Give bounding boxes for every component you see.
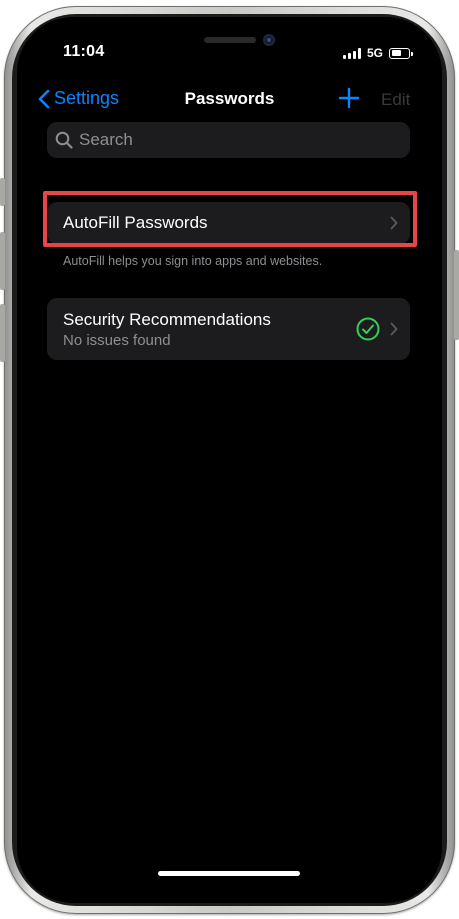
security-recommendations-row[interactable]: Security Recommendations No issues found — [47, 298, 410, 360]
plus-icon — [338, 87, 360, 109]
front-camera — [263, 34, 275, 46]
silent-switch — [0, 178, 5, 206]
edit-button[interactable]: Edit — [381, 90, 410, 110]
battery-level — [391, 50, 401, 56]
highlight-box — [43, 191, 417, 247]
security-status: No issues found — [63, 332, 171, 349]
search-icon — [55, 131, 73, 149]
status-indicators: 5G — [342, 46, 413, 60]
volume-down-button — [0, 304, 5, 362]
autofill-footer: AutoFill helps you sign into apps and we… — [63, 254, 323, 268]
network-type: 5G — [366, 46, 383, 60]
volume-up-button — [0, 232, 5, 290]
power-button — [454, 250, 459, 340]
checkmark-circle-icon — [356, 317, 380, 346]
signal-icon — [342, 47, 361, 59]
chevron-right-icon — [390, 322, 398, 341]
page-title: Passwords — [184, 89, 275, 108]
security-recommendations-label: Security Recommendations — [63, 310, 271, 329]
status-time: 11:04 — [63, 43, 105, 60]
battery-icon — [389, 47, 413, 59]
screen: 11:04 5G Settings Passwords Edit Search … — [17, 17, 442, 903]
earpiece-speaker — [204, 37, 256, 43]
search-field[interactable]: Search — [47, 122, 410, 158]
search-placeholder: Search — [79, 130, 133, 149]
add-password-button[interactable] — [338, 87, 360, 109]
home-indicator[interactable] — [158, 871, 300, 876]
